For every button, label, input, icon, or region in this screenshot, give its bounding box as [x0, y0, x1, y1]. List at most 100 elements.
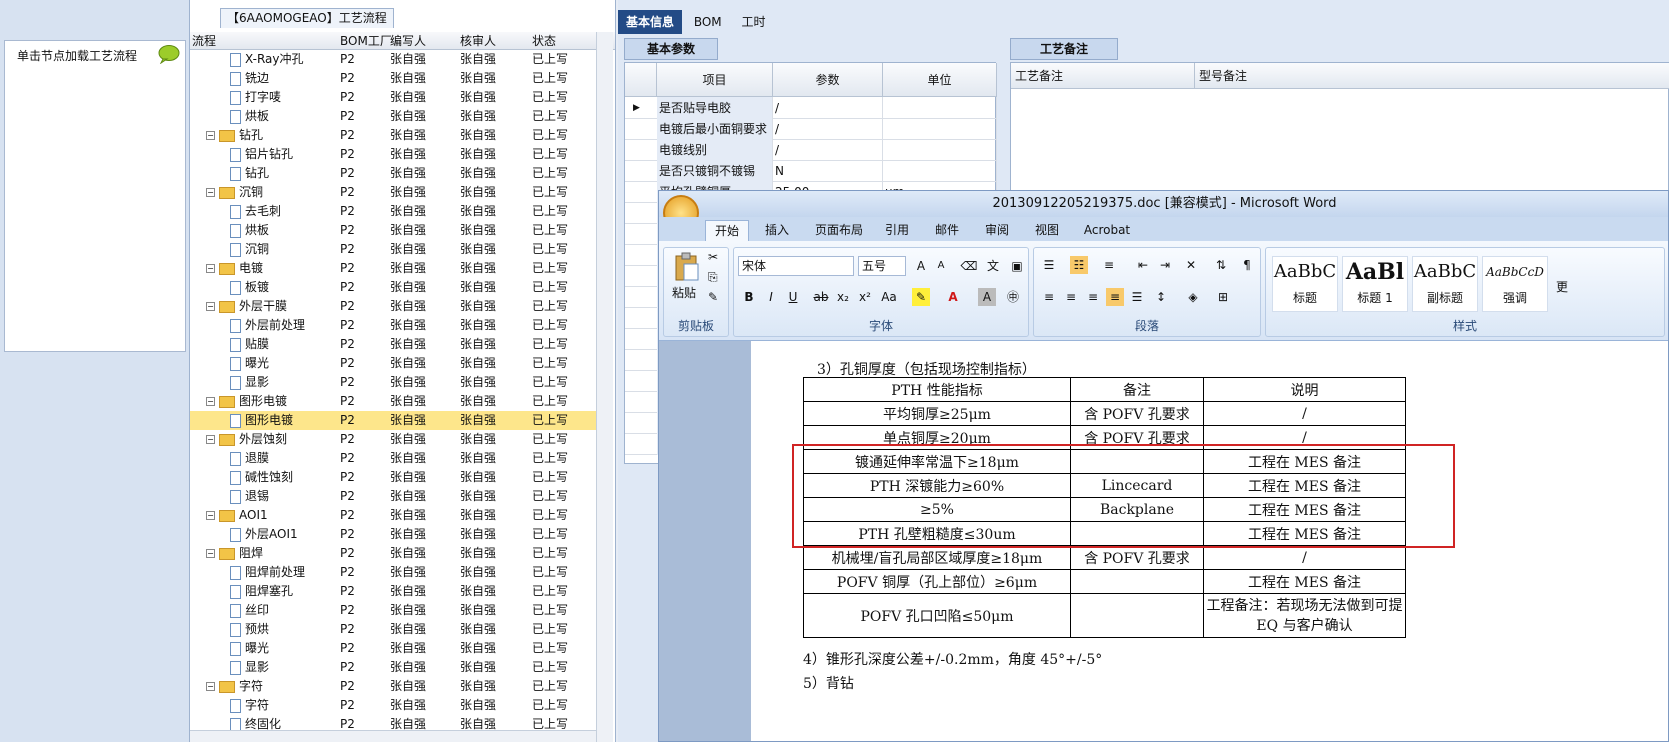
tree-panel-tab[interactable]: 【6AAOMOGEAO】工艺流程 — [220, 8, 394, 28]
tree-row[interactable]: 曝光 P2 张自强 张自强 已上写 — [190, 639, 600, 658]
expand-toggle-icon[interactable]: − — [206, 682, 215, 691]
param-value[interactable]: N — [773, 160, 883, 182]
tree-row[interactable]: 沉铜 P2 张自强 张自强 已上写 — [190, 240, 600, 259]
tree-row[interactable]: 显影 P2 张自强 张自强 已上写 — [190, 373, 600, 392]
tab-home[interactable]: 开始 — [705, 220, 749, 241]
change-case-icon[interactable]: Aa — [880, 288, 898, 306]
tree-row[interactable]: 显影 P2 张自强 张自强 已上写 — [190, 658, 600, 677]
style-emphasis[interactable]: AaBbCcD 强调 — [1482, 256, 1548, 312]
char-shading-icon[interactable]: A — [978, 288, 996, 306]
clear-format-icon[interactable]: ⌫ — [960, 257, 978, 275]
bold-icon[interactable]: B — [740, 288, 758, 306]
show-marks-icon[interactable]: ¶ — [1238, 256, 1256, 274]
paste-icon[interactable] — [674, 252, 700, 282]
char-border-icon[interactable]: ▣ — [1008, 257, 1026, 275]
format-painter-icon[interactable]: ✎ — [708, 290, 718, 304]
cut-icon[interactable]: ✂ — [708, 250, 718, 264]
expand-toggle-icon[interactable]: − — [206, 511, 215, 520]
tree-row[interactable]: − 电镀 P2 张自强 张自强 已上写 — [190, 259, 600, 278]
expand-toggle-icon[interactable]: − — [206, 435, 215, 444]
tree-row[interactable]: 字符 P2 张自强 张自强 已上写 — [190, 696, 600, 715]
align-left-icon[interactable]: ≡ — [1040, 288, 1058, 306]
tab-basic-params[interactable]: 基本参数 — [624, 38, 718, 60]
italic-icon[interactable]: I — [762, 288, 780, 306]
tree-row[interactable]: 铝片钻孔 P2 张自强 张自强 已上写 — [190, 145, 600, 164]
notes-col-process[interactable]: 工艺备注 — [1011, 63, 1195, 89]
expand-toggle-icon[interactable]: − — [206, 397, 215, 406]
numbering-icon[interactable]: ☷ — [1070, 256, 1088, 274]
font-size-combo[interactable]: 五号 — [858, 256, 906, 276]
col-header-flow[interactable]: 流程 — [192, 33, 216, 49]
tree-row[interactable]: X-Ray冲孔 P2 张自强 张自强 已上写 — [190, 50, 600, 69]
tree-row[interactable]: − 钻孔 P2 张自强 张自强 已上写 — [190, 126, 600, 145]
highlight-icon[interactable]: ✎ — [912, 288, 930, 306]
underline-icon[interactable]: U — [784, 288, 802, 306]
phonetic-icon[interactable]: 文 — [984, 257, 1002, 275]
style-heading1[interactable]: AaBl 标题 1 — [1342, 256, 1408, 312]
param-row[interactable]: 是否只镀铜不镀锡 N — [625, 160, 997, 182]
decrease-indent-icon[interactable]: ⇤ — [1134, 256, 1152, 274]
tab-basic-info[interactable]: 基本信息 — [618, 10, 683, 34]
param-value[interactable]: / — [773, 139, 883, 161]
asian-layout-icon[interactable]: ✕ — [1182, 256, 1200, 274]
tree-row[interactable]: 预烘 P2 张自强 张自强 已上写 — [190, 620, 600, 639]
tree-row[interactable]: 外层AOI1 P2 张自强 张自强 已上写 — [190, 525, 600, 544]
param-row[interactable]: 电镀后最小面铜要求 / — [625, 118, 997, 140]
style-title[interactable]: AaBbC 标题 — [1272, 256, 1338, 312]
tree-row[interactable]: 去毛刺 P2 张自强 张自强 已上写 — [190, 202, 600, 221]
tree-row[interactable]: − 沉铜 P2 张自强 张自强 已上写 — [190, 183, 600, 202]
shading-icon[interactable]: ◈ — [1184, 288, 1202, 306]
tab-view[interactable]: 视图 — [1027, 220, 1067, 241]
tree-row[interactable]: 贴膜 P2 张自强 张自强 已上写 — [190, 335, 600, 354]
sort-icon[interactable]: ⇅ — [1212, 256, 1230, 274]
align-center-icon[interactable]: ≡ — [1062, 288, 1080, 306]
bullets-icon[interactable]: ☰ — [1040, 256, 1058, 274]
tree-row[interactable]: 图形电镀 P2 张自强 张自强 已上写 — [190, 411, 600, 430]
tree-row[interactable]: 铣边 P2 张自强 张自强 已上写 — [190, 69, 600, 88]
tree-row[interactable]: − 图形电镀 P2 张自强 张自强 已上写 — [190, 392, 600, 411]
tab-references[interactable]: 引用 — [877, 220, 917, 241]
paste-button[interactable]: 粘贴 — [672, 284, 696, 301]
tree-row[interactable]: 阻焊前处理 P2 张自强 张自强 已上写 — [190, 563, 600, 582]
col-header-reviewer[interactable]: 核审人 — [460, 33, 496, 49]
line-spacing-icon[interactable]: ↕ — [1152, 288, 1170, 306]
tree-vertical-scrollbar[interactable] — [596, 32, 613, 742]
tree-row[interactable]: 丝印 P2 张自强 张自强 已上写 — [190, 601, 600, 620]
col-header-status[interactable]: 状态 — [532, 33, 556, 49]
tree-row[interactable]: 烘板 P2 张自强 张自强 已上写 — [190, 107, 600, 126]
tree-row[interactable]: 碱性蚀刻 P2 张自强 张自强 已上写 — [190, 468, 600, 487]
shrink-font-icon[interactable]: A — [932, 257, 950, 275]
tree-row[interactable]: − 外层蚀刻 P2 张自强 张自强 已上写 — [190, 430, 600, 449]
tab-mailings[interactable]: 邮件 — [927, 220, 967, 241]
superscript-icon[interactable]: x² — [856, 288, 874, 306]
tree-row[interactable]: 烘板 P2 张自强 张自强 已上写 — [190, 221, 600, 240]
grow-font-icon[interactable]: A — [912, 257, 930, 275]
align-right-icon[interactable]: ≡ — [1084, 288, 1102, 306]
multilevel-icon[interactable]: ≡ — [1100, 256, 1118, 274]
hint-box[interactable]: 单击节点加载工艺流程 — [4, 40, 186, 352]
strikethrough-icon[interactable]: ab — [812, 288, 830, 306]
param-row[interactable]: 电镀线别 / — [625, 139, 997, 161]
expand-toggle-icon[interactable]: − — [206, 188, 215, 197]
subscript-icon[interactable]: x₂ — [834, 288, 852, 306]
style-subtitle[interactable]: AaBbC 副标题 — [1412, 256, 1478, 312]
tab-insert[interactable]: 插入 — [757, 220, 797, 241]
expand-toggle-icon[interactable]: − — [206, 264, 215, 273]
col-header-author[interactable]: 编写人 — [390, 33, 426, 49]
font-color-icon[interactable]: A — [944, 288, 962, 306]
tab-work-hours[interactable]: 工时 — [734, 10, 774, 34]
tree-row[interactable]: 板镀 P2 张自强 张自强 已上写 — [190, 278, 600, 297]
tree-horizontal-scrollbar[interactable] — [190, 730, 596, 742]
tree-row[interactable]: 退膜 P2 张自强 张自强 已上写 — [190, 449, 600, 468]
col-header-bom[interactable]: BOM工厂 — [340, 33, 392, 49]
tab-page-layout[interactable]: 页面布局 — [807, 220, 871, 241]
param-col-value[interactable]: 参数 — [773, 63, 883, 97]
tree-row[interactable]: − AOI1 P2 张自强 张自强 已上写 — [190, 506, 600, 525]
expand-toggle-icon[interactable]: − — [206, 549, 215, 558]
change-styles-button[interactable]: 更 — [1556, 278, 1568, 295]
expand-toggle-icon[interactable]: − — [206, 302, 215, 311]
param-col-unit[interactable]: 单位 — [883, 63, 997, 97]
param-col-item[interactable]: 项目 — [657, 63, 773, 97]
tab-process-notes[interactable]: 工艺备注 — [1010, 38, 1118, 60]
tree-row[interactable]: 钻孔 P2 张自强 张自强 已上写 — [190, 164, 600, 183]
